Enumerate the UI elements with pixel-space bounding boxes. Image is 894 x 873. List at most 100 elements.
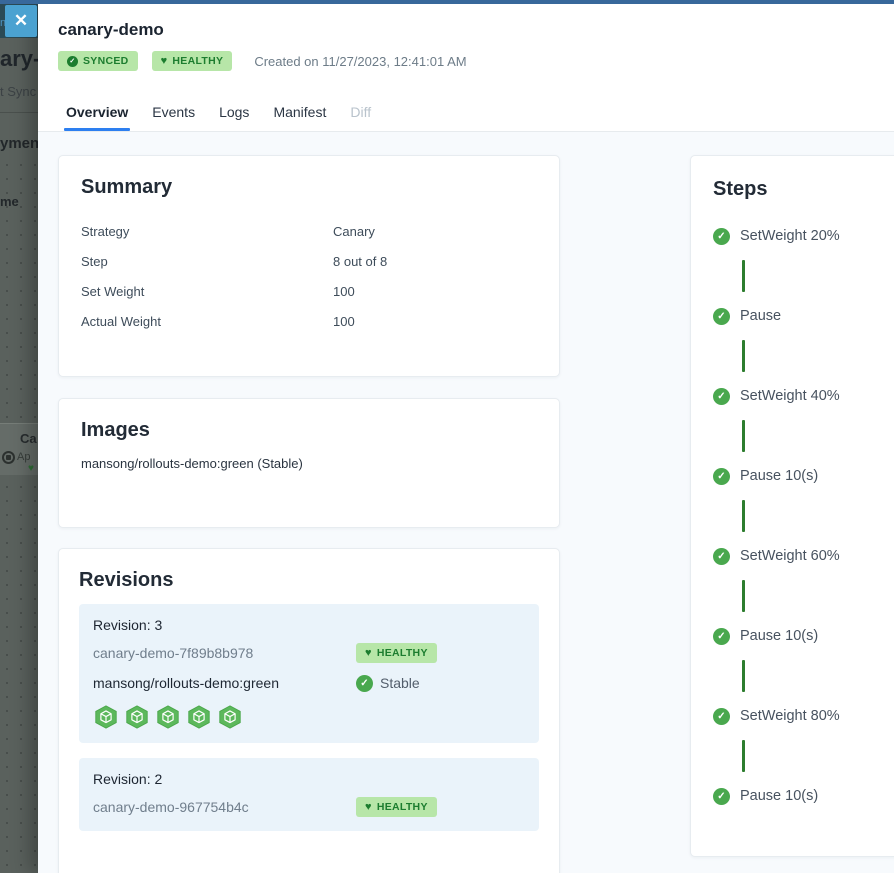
step-connector <box>742 580 745 612</box>
check-circle-icon: ✓ <box>713 468 730 485</box>
step-connector <box>742 420 745 452</box>
heart-icon: ♥ <box>365 802 372 813</box>
synced-status-badge: ✓ SYNCED <box>58 51 138 71</box>
step-label: Pause <box>740 308 781 324</box>
step-connector <box>742 340 745 372</box>
revision-image: mansong/rollouts-demo:green <box>93 675 356 691</box>
summary-label: Step <box>81 254 333 269</box>
synced-badge-label: SYNCED <box>83 55 129 67</box>
step-label: SetWeight 80% <box>740 708 840 724</box>
summary-label: Strategy <box>81 224 333 239</box>
heart-icon: ♥ <box>365 648 372 659</box>
step-label: SetWeight 20% <box>740 228 840 244</box>
background-dot-grid <box>0 158 38 873</box>
pod-icon <box>124 704 150 730</box>
images-title: Images <box>81 419 537 442</box>
steps-card: Steps ✓ SetWeight 20% ✓ Pause ✓ SetWeigh… <box>690 155 894 857</box>
tab-logs[interactable]: Logs <box>219 92 249 131</box>
step-item: ✓ Pause 10(s) <box>713 466 894 486</box>
step-item: ✓ SetWeight 80% <box>713 706 894 726</box>
check-circle-icon: ✓ <box>713 708 730 725</box>
steps-list: ✓ SetWeight 20% ✓ Pause ✓ SetWeight 40% <box>713 226 894 806</box>
pod-icon <box>186 704 212 730</box>
summary-row-strategy: Strategy Canary <box>81 216 537 246</box>
summary-label: Actual Weight <box>81 314 333 329</box>
step-item: ✓ SetWeight 60% <box>713 546 894 566</box>
summary-label: Set Weight <box>81 284 333 299</box>
summary-row-actual-weight: Actual Weight 100 <box>81 306 537 336</box>
rollout-detail-panel: canary-demo ✓ SYNCED ♥ HEALTHY Created o… <box>38 4 894 873</box>
tab-overview[interactable]: Overview <box>66 92 128 131</box>
step-connector <box>742 660 745 692</box>
top-accent-strip <box>0 0 894 4</box>
background-section-fragment: yment <box>0 135 38 152</box>
tab-manifest[interactable]: Manifest <box>273 92 326 131</box>
app-tile-title-fragment: Ca <box>20 431 37 446</box>
images-card: Images mansong/rollouts-demo:green (Stab… <box>58 398 560 528</box>
healthy-status-badge: ♥ HEALTHY <box>152 51 233 71</box>
stable-label: Stable <box>380 675 420 691</box>
close-icon: ✕ <box>14 11 28 31</box>
pod-icon <box>217 704 243 730</box>
tab-events[interactable]: Events <box>152 92 195 131</box>
revision-image-row: mansong/rollouts-demo:green ✓ Stable <box>93 672 525 694</box>
revision-healthy-badge: ♥ HEALTHY <box>356 643 437 663</box>
revision-healthy-badge: ♥ HEALTHY <box>356 797 437 817</box>
background-app-tile: Ca Ap ♥ <box>0 423 38 475</box>
pod-row <box>93 704 525 730</box>
step-item: ✓ Pause 10(s) <box>713 786 894 806</box>
status-badge-row: ✓ SYNCED ♥ HEALTHY Created on 11/27/2023… <box>58 51 467 71</box>
step-connector <box>742 740 745 772</box>
check-circle-icon: ✓ <box>713 548 730 565</box>
step-item: ✓ Pause 10(s) <box>713 626 894 646</box>
revision-block-2: Revision: 2 canary-demo-967754b4c ♥ HEAL… <box>79 758 539 831</box>
summary-card: Summary Strategy Canary Step 8 out of 8 … <box>58 155 560 377</box>
revision-block-3: Revision: 3 canary-demo-7f89b8b978 ♥ HEA… <box>79 604 539 743</box>
check-circle-icon: ✓ <box>713 228 730 245</box>
background-sync-fragment: t Sync <box>0 84 36 99</box>
revision-hash-row: canary-demo-7f89b8b978 ♥ HEALTHY <box>93 642 525 664</box>
summary-row-set-weight: Set Weight 100 <box>81 276 537 306</box>
check-circle-icon: ✓ <box>67 56 78 67</box>
background-title-fragment: ary- <box>0 46 38 72</box>
revision-status-label: HEALTHY <box>377 647 428 659</box>
step-label: Pause 10(s) <box>740 788 818 804</box>
close-panel-button[interactable]: ✕ <box>5 5 37 37</box>
summary-value: 8 out of 8 <box>333 254 537 269</box>
step-item: ✓ SetWeight 40% <box>713 386 894 406</box>
step-label: SetWeight 40% <box>740 388 840 404</box>
check-circle-icon: ✓ <box>713 788 730 805</box>
step-item: ✓ Pause <box>713 306 894 326</box>
summary-value: 100 <box>333 314 537 329</box>
background-page-dimmed: nt.soft ary- t Sync yment me Ca Ap ♥ <box>0 0 38 873</box>
revision-name: Revision: 3 <box>93 617 525 633</box>
summary-rows: Strategy Canary Step 8 out of 8 Set Weig… <box>81 216 537 336</box>
revision-hash-row: canary-demo-967754b4c ♥ HEALTHY <box>93 796 525 818</box>
step-label: Pause 10(s) <box>740 468 818 484</box>
replicaset-link[interactable]: canary-demo-7f89b8b978 <box>93 645 356 661</box>
tab-diff[interactable]: Diff <box>350 92 371 131</box>
image-item: mansong/rollouts-demo:green (Stable) <box>81 456 537 471</box>
step-connector <box>742 260 745 292</box>
heart-icon: ♥ <box>28 463 34 474</box>
check-circle-icon: ✓ <box>713 308 730 325</box>
app-tile-sub-fragment: Ap <box>17 451 30 463</box>
pod-icon <box>93 704 119 730</box>
revision-status-label: HEALTHY <box>377 801 428 813</box>
check-circle-icon: ✓ <box>713 628 730 645</box>
revisions-card: Revisions Revision: 3 canary-demo-7f89b8… <box>58 548 560 873</box>
pod-icon <box>155 704 181 730</box>
summary-value: 100 <box>333 284 537 299</box>
step-connector <box>742 500 745 532</box>
step-item: ✓ SetWeight 20% <box>713 226 894 246</box>
healthy-badge-label: HEALTHY <box>172 55 223 67</box>
overview-tab-content: Summary Strategy Canary Step 8 out of 8 … <box>38 132 894 873</box>
check-circle-icon: ✓ <box>356 675 373 692</box>
replicaset-link[interactable]: canary-demo-967754b4c <box>93 799 356 815</box>
created-timestamp: Created on 11/27/2023, 12:41:01 AM <box>254 54 466 69</box>
summary-value: Canary <box>333 224 537 239</box>
background-divider <box>0 112 38 113</box>
summary-title: Summary <box>81 176 537 199</box>
revisions-title: Revisions <box>79 569 539 592</box>
check-circle-icon: ✓ <box>713 388 730 405</box>
